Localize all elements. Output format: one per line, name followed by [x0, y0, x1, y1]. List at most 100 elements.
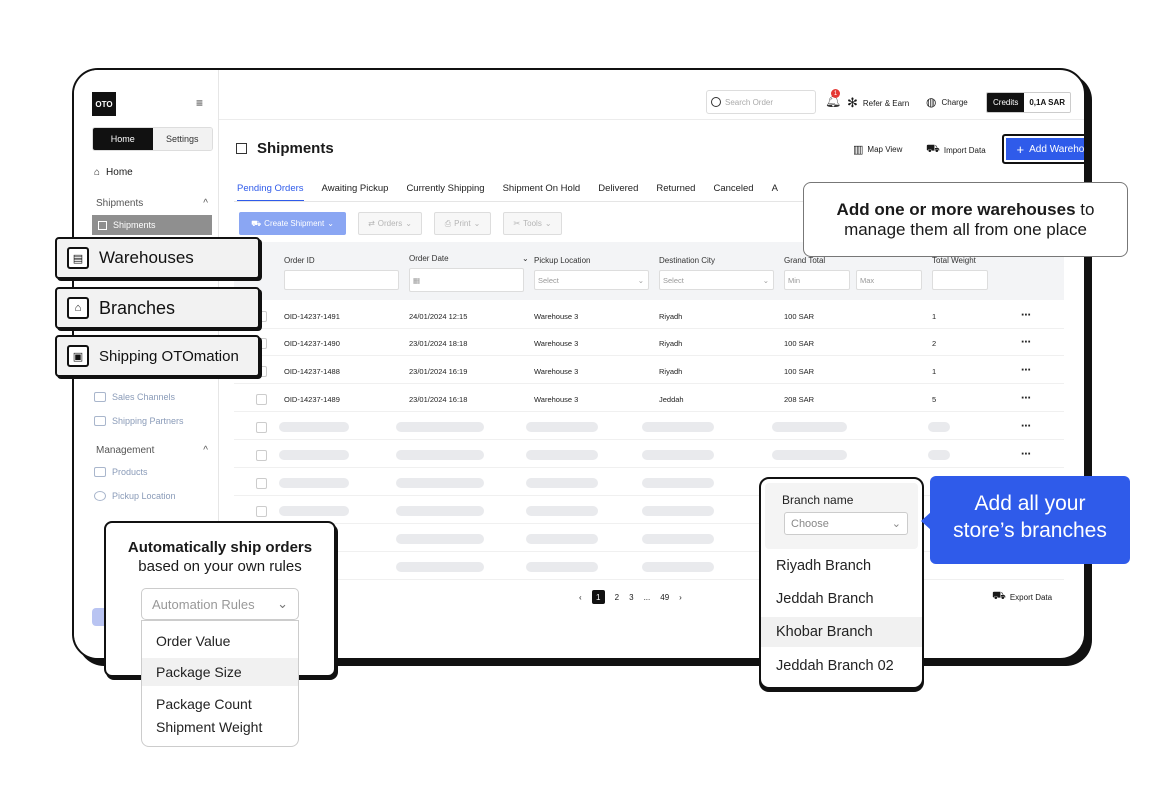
sidebar-item-pickup-location[interactable]: Pickup Location — [94, 491, 176, 501]
search-input[interactable]: Search Order — [706, 90, 816, 114]
sidebar-section-shipments[interactable]: Shipments ^ — [96, 198, 208, 209]
page-49-button[interactable]: 49 — [660, 593, 669, 602]
sidebar-item-sales-channels[interactable]: Sales Channels — [94, 392, 175, 402]
tools-dropdown[interactable]: ✂ Tools ⌄ — [503, 212, 562, 235]
rule-option-order-value[interactable]: Order Value — [142, 627, 298, 655]
cell-order-id[interactable]: OID-14237-1490 — [284, 339, 340, 348]
table-row[interactable]: OID-14237-1491 24/01/2024 12:15 Warehous… — [234, 302, 1064, 329]
order-id-filter[interactable] — [284, 270, 399, 290]
column-header-grand-total[interactable]: Grand Total — [784, 256, 825, 265]
row-checkbox[interactable] — [256, 422, 267, 433]
row-checkbox[interactable] — [256, 506, 267, 517]
menu-toggle-icon[interactable]: ≡ — [196, 96, 203, 110]
shipping-otomation-pill[interactable]: ▣ Shipping OTOmation — [55, 335, 260, 377]
tab-returned[interactable]: Returned — [656, 183, 695, 202]
page-title: Shipments — [236, 140, 334, 157]
archive-icon — [236, 143, 247, 154]
branch-option[interactable]: Jeddah Branch — [761, 584, 922, 614]
cell-order-id[interactable]: OID-14237-1488 — [284, 367, 340, 376]
oto-logo: OTO — [92, 92, 116, 116]
seg-settings-button[interactable]: Settings — [152, 128, 212, 150]
cell-order-id[interactable]: OID-14237-1489 — [284, 395, 340, 404]
column-header-pickup-location[interactable]: Pickup Location — [534, 256, 590, 265]
tab-canceled[interactable]: Canceled — [713, 183, 753, 202]
export-data-button[interactable]: ⛟ Export Data — [992, 590, 1052, 604]
prev-page-icon[interactable]: ‹ — [579, 593, 582, 602]
row-actions-icon[interactable]: ⋯ — [1021, 421, 1031, 432]
branches-pill[interactable]: ⌂ Branches — [55, 287, 260, 329]
refer-earn-button[interactable]: ✻ Refer & Earn — [847, 95, 909, 111]
cell-total-weight: 5 — [932, 395, 937, 404]
sidebar-item-shipments[interactable]: Shipments — [92, 215, 212, 235]
sidebar-item-label: Shipments — [113, 220, 156, 230]
map-view-button[interactable]: ▥ Map View — [853, 143, 902, 156]
tab-pending-orders[interactable]: Pending Orders — [237, 183, 304, 202]
branch-option[interactable]: Khobar Branch — [761, 617, 922, 647]
grand-total-min[interactable]: Min — [784, 270, 850, 290]
row-actions-icon[interactable]: ⋯ — [1021, 337, 1031, 348]
warehouses-pill[interactable]: ▤ Warehouses — [55, 237, 260, 279]
sidebar-item-products[interactable]: Products — [94, 467, 148, 477]
tab-more[interactable]: A — [772, 183, 778, 202]
box-icon — [98, 220, 107, 230]
tab-delivered[interactable]: Delivered — [598, 183, 638, 202]
next-page-icon[interactable]: › — [679, 593, 682, 602]
export-icon: ⛟ — [992, 590, 1006, 602]
callout-arrow — [921, 512, 931, 530]
sidebar-item-label: Shipping Partners — [112, 416, 184, 426]
branch-option[interactable]: Riyadh Branch — [761, 551, 922, 581]
order-date-filter[interactable]: ▦ — [409, 268, 524, 292]
charge-button[interactable]: ◍ Charge — [926, 95, 968, 109]
sidebar-section-management[interactable]: Management ^ — [96, 445, 208, 456]
status-tabs: Pending Orders Awaiting Pickup Currently… — [237, 183, 778, 202]
print-dropdown[interactable]: ⎙ Print ⌄ — [434, 212, 491, 235]
destination-city-filter[interactable]: Select ⌄ — [659, 270, 774, 290]
table-row[interactable]: OID-14237-1489 23/01/2024 16:18 Warehous… — [234, 385, 1064, 412]
column-header-order-id[interactable]: Order ID — [284, 256, 315, 265]
total-weight-filter[interactable] — [932, 270, 988, 290]
row-actions-icon[interactable]: ⋯ — [1021, 365, 1031, 376]
orders-dropdown[interactable]: ⇄ Orders ⌄ — [358, 212, 422, 235]
cell-order-date: 23/01/2024 18:18 — [409, 339, 468, 348]
pagination: ‹ 1 2 3 ... 49 › — [579, 590, 682, 604]
column-header-destination-city[interactable]: Destination City — [659, 256, 715, 265]
cell-total-weight: 1 — [932, 367, 937, 376]
tab-shipment-on-hold[interactable]: Shipment On Hold — [503, 183, 581, 202]
column-header-total-weight[interactable]: Total Weight — [932, 256, 976, 265]
pickup-location-filter[interactable]: Select ⌄ — [534, 270, 649, 290]
page-3-button[interactable]: 3 — [629, 593, 633, 602]
automation-rules-select[interactable]: Automation Rules ⌄ — [141, 588, 299, 620]
skeleton-bar — [642, 450, 714, 460]
import-data-button[interactable]: ⛟ Import Data — [926, 143, 986, 157]
row-actions-icon[interactable]: ⋯ — [1021, 310, 1031, 321]
row-checkbox[interactable] — [256, 450, 267, 461]
row-actions-icon[interactable]: ⋯ — [1021, 449, 1031, 460]
map-view-label: Map View — [867, 145, 903, 154]
add-warehouse-button[interactable]: + Add Warehouse — [1002, 134, 1084, 164]
table-row[interactable]: OID-14237-1488 23/01/2024 16:19 Warehous… — [234, 357, 1064, 384]
create-shipment-button[interactable]: ⛟ Create Shipment ⌄ — [239, 212, 346, 235]
sort-chevron-icon[interactable]: ⌄ — [522, 254, 529, 263]
rule-option-package-size[interactable]: Package Size — [142, 658, 298, 686]
row-checkbox[interactable] — [256, 394, 267, 405]
seg-home-button[interactable]: Home — [93, 128, 153, 150]
column-header-order-date[interactable]: Order Date — [409, 254, 449, 263]
credits-badge[interactable]: Credits 0,1A SAR — [986, 92, 1072, 113]
table-row[interactable]: OID-14237-1490 23/01/2024 18:18 Warehous… — [234, 329, 1064, 356]
sidebar-item-shipping-partners[interactable]: Shipping Partners — [94, 416, 184, 426]
tab-currently-shipping[interactable]: Currently Shipping — [406, 183, 484, 202]
row-checkbox[interactable] — [256, 478, 267, 489]
cell-order-id[interactable]: OID-14237-1491 — [284, 312, 340, 321]
branch-select[interactable]: Choose ⌄ — [784, 512, 908, 535]
row-actions-icon[interactable]: ⋯ — [1021, 393, 1031, 404]
grand-total-max[interactable]: Max — [856, 270, 922, 290]
skeleton-bar — [772, 450, 847, 460]
notifications-button[interactable]: 🔔︎ 1 — [825, 89, 842, 109]
max-placeholder: Max — [860, 275, 875, 285]
page-1-button[interactable]: 1 — [591, 590, 605, 604]
page-2-button[interactable]: 2 — [615, 593, 619, 602]
rule-option-shipment-weight[interactable]: Shipment Weight — [142, 713, 298, 741]
branch-option[interactable]: Jeddah Branch 02 — [761, 651, 922, 681]
sidebar-item-home[interactable]: ⌂ Home — [94, 167, 133, 178]
tab-awaiting-pickup[interactable]: Awaiting Pickup — [322, 183, 389, 202]
